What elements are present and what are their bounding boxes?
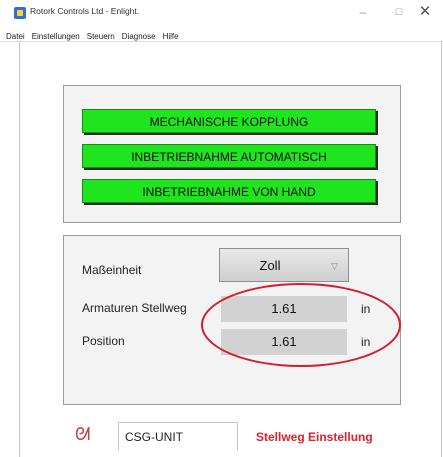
left-divider <box>19 42 20 457</box>
unit-dropdown[interactable]: Zoll ▽ <box>219 248 349 282</box>
menu-hilfe[interactable]: Hilfe <box>163 30 179 44</box>
position-label: Position <box>82 334 125 348</box>
stroke-label: Armaturen Stellweg <box>82 301 187 315</box>
menu-einstellungen[interactable]: Einstellungen <box>32 30 80 44</box>
title-bar: Rotork Controls Ltd - Enlight. – ☐ ✕ <box>0 0 443 26</box>
unit-label: Maßeinheit <box>82 263 142 277</box>
app-icon <box>14 7 26 19</box>
minimize-button[interactable]: – <box>346 2 380 22</box>
mechanical-coupling-button[interactable]: MECHANISCHE KOPPLUNG <box>82 109 376 133</box>
auto-commissioning-button[interactable]: INBETRIEBNAHME AUTOMATISCH <box>82 144 376 168</box>
highlight-ellipse <box>201 283 401 367</box>
window-title: Rotork Controls Ltd - Enlight. <box>30 6 140 16</box>
right-divider <box>441 42 442 457</box>
menu-bar: Datei Einstellungen Steuern Diagnose Hilfe <box>0 26 443 42</box>
unit-dropdown-value: Zoll <box>259 258 281 273</box>
chevron-down-icon: ▽ <box>331 261 338 271</box>
close-button[interactable]: ✕ <box>408 2 442 22</box>
menu-datei[interactable]: Datei <box>6 30 25 44</box>
commissioning-panel: MECHANISCHE KOPPLUNG INBETRIEBNAHME AUTO… <box>63 85 401 223</box>
rotork-logo-icon: ᘛ <box>75 424 91 444</box>
menu-steuern[interactable]: Steuern <box>87 30 115 44</box>
device-name-field: CSG-UNIT <box>118 422 238 450</box>
menu-diagnose[interactable]: Diagnose <box>122 30 156 44</box>
manual-commissioning-button[interactable]: INBETRIEBNAHME VON HAND <box>82 179 376 203</box>
mode-status: Stellweg Einstellung <box>256 430 373 444</box>
